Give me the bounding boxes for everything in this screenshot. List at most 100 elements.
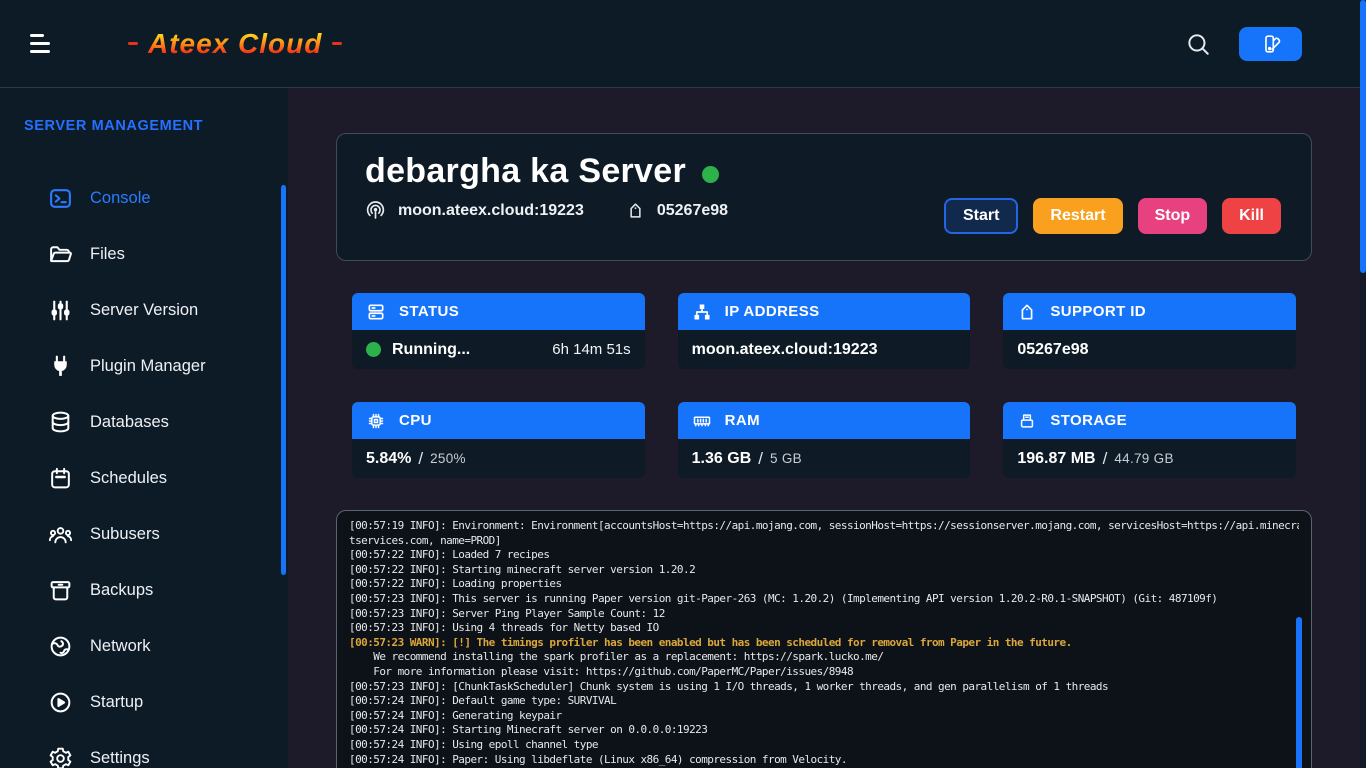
- storage-limit: 44.79 GB: [1114, 451, 1173, 466]
- brand-logo[interactable]: Ateex Cloud: [128, 28, 342, 60]
- stat-title: IP ADDRESS: [725, 303, 820, 320]
- ip-address-value: moon.ateex.cloud:19223: [692, 341, 878, 359]
- sidebar-item-label: Subusers: [90, 525, 160, 544]
- search-icon[interactable]: [1185, 31, 1211, 57]
- sidebar-item-label: Plugin Manager: [90, 357, 206, 376]
- cpu-card: CPU 5.84% / 250%: [352, 402, 645, 478]
- broadcast-icon: [365, 200, 386, 221]
- console-line: [00:57:23 WARN]: [!] The timings profile…: [349, 636, 1299, 651]
- storage-card: STORAGE 196.87 MB / 44.79 GB: [1003, 402, 1296, 478]
- sidebar-item-server-version[interactable]: Server Version: [0, 282, 288, 338]
- swatchbook-icon: [1260, 33, 1282, 55]
- console-line: [00:57:19 INFO]: Environment: Environmen…: [349, 519, 1299, 534]
- console-line: [00:57:22 INFO]: Loaded 7 recipes: [349, 548, 1299, 563]
- sliders-icon: [48, 298, 73, 323]
- server-address-text: moon.ateex.cloud:19223: [398, 202, 584, 220]
- console-line: tservices.com, name=PROD]: [349, 534, 1299, 549]
- server-support-id: 05267e98: [626, 201, 728, 220]
- stat-title: STORAGE: [1050, 412, 1127, 429]
- sidebar-item-label: Backups: [90, 581, 153, 600]
- console-line: [00:57:24 INFO]: Starting Minecraft serv…: [349, 723, 1299, 738]
- console-line: [00:57:24 INFO]: Using epoll channel typ…: [349, 738, 1299, 753]
- sidebar-item-network[interactable]: Network: [0, 618, 288, 674]
- sidebar-item-schedules[interactable]: Schedules: [0, 450, 288, 506]
- console-line: [00:57:24 INFO]: Generating keypair: [349, 709, 1299, 724]
- console-log[interactable]: [00:57:19 INFO]: Environment: Environmen…: [336, 510, 1312, 768]
- stat-title: RAM: [725, 412, 760, 429]
- server-address: moon.ateex.cloud:19223: [365, 200, 584, 221]
- sidebar-item-subusers[interactable]: Subusers: [0, 506, 288, 562]
- console-line: [00:57:23 INFO]: This server is running …: [349, 592, 1299, 607]
- console-line: [00:57:23 INFO]: Server Ping Player Samp…: [349, 607, 1299, 622]
- stop-button[interactable]: Stop: [1138, 198, 1208, 234]
- stat-title: SUPPORT ID: [1050, 303, 1146, 320]
- sidebar-item-plugin-manager[interactable]: Plugin Manager: [0, 338, 288, 394]
- terminal-icon: [48, 186, 73, 211]
- console-line: [00:57:23 INFO]: Using 4 threads for Net…: [349, 621, 1299, 636]
- server-header-card: debargha ka Server moon.ateex.cloud:1922…: [336, 133, 1312, 261]
- sidebar-scrollbar[interactable]: [281, 185, 286, 575]
- page-scrollbar-thumb[interactable]: [1360, 0, 1366, 273]
- console-line: For more information please visit: https…: [349, 665, 1299, 680]
- server-name: debargha ka Server: [365, 152, 686, 191]
- gear-icon: [48, 746, 73, 768]
- console-line: [00:57:22 INFO]: Loading properties: [349, 577, 1299, 592]
- page-scrollbar[interactable]: [1360, 0, 1366, 768]
- sidebar-item-label: Startup: [90, 693, 143, 712]
- database-icon: [48, 410, 73, 435]
- restart-button[interactable]: Restart: [1033, 198, 1122, 234]
- stats-grid: STATUS Running... 6h 14m 51s IP ADDR: [352, 293, 1296, 478]
- status-value: Running...: [392, 341, 470, 359]
- sidebar-item-console[interactable]: Console: [0, 170, 288, 226]
- folder-icon: [48, 242, 73, 267]
- storage-used: 196.87 MB: [1017, 450, 1095, 468]
- box-archive-icon: [48, 578, 73, 603]
- server-rack-icon: [366, 302, 386, 322]
- main-content: debargha ka Server moon.ateex.cloud:1922…: [288, 88, 1360, 768]
- sidebar-item-startup[interactable]: Startup: [0, 674, 288, 730]
- top-navbar: Ateex Cloud: [0, 0, 1366, 88]
- ram-limit: 5 GB: [770, 451, 802, 466]
- logo-spark-left: [128, 42, 138, 46]
- status-uptime: 6h 14m 51s: [552, 341, 630, 358]
- drive-icon: [1017, 411, 1037, 431]
- sidebar-section-title: SERVER MANAGEMENT: [24, 118, 288, 134]
- start-button[interactable]: Start: [944, 198, 1018, 234]
- globe-icon: [48, 634, 73, 659]
- support-id-card: SUPPORT ID 05267e98: [1003, 293, 1296, 369]
- storage-separator: /: [1103, 449, 1108, 469]
- ip-address-card: IP ADDRESS moon.ateex.cloud:19223: [678, 293, 971, 369]
- server-online-indicator: [702, 166, 719, 183]
- sidebar-item-settings[interactable]: Settings: [0, 730, 288, 768]
- console-scrollbar[interactable]: [1296, 617, 1302, 768]
- hub-icon: [692, 302, 712, 322]
- sidebar-item-label: Schedules: [90, 469, 167, 488]
- ram-used: 1.36 GB: [692, 450, 752, 468]
- hamburger-menu-icon[interactable]: [30, 34, 56, 53]
- kill-button[interactable]: Kill: [1222, 198, 1281, 234]
- theme-switcher-button[interactable]: [1239, 27, 1302, 61]
- sidebar-item-backups[interactable]: Backups: [0, 562, 288, 618]
- console-line: [00:57:23 INFO]: [ChunkTaskScheduler] Ch…: [349, 680, 1299, 695]
- cpu-limit: 250%: [430, 451, 466, 466]
- ram-card: RAM 1.36 GB / 5 GB: [678, 402, 971, 478]
- calendar-icon: [48, 466, 73, 491]
- memory-icon: [692, 411, 712, 431]
- sidebar-item-databases[interactable]: Databases: [0, 394, 288, 450]
- sidebar-item-label: Databases: [90, 413, 169, 432]
- console-line: [00:57:22 INFO]: Starting minecraft serv…: [349, 563, 1299, 578]
- console-lines: [00:57:19 INFO]: Environment: Environmen…: [349, 519, 1299, 768]
- cpu-chip-icon: [366, 411, 386, 431]
- console-line: [00:57:24 INFO]: Default game type: SURV…: [349, 694, 1299, 709]
- sidebar-item-label: Server Version: [90, 301, 198, 320]
- tag-icon: [626, 201, 645, 220]
- users-icon: [48, 522, 73, 547]
- console-line: [00:57:24 INFO]: Paper: Using libdeflate…: [349, 753, 1299, 768]
- sidebar-item-label: Settings: [90, 749, 150, 768]
- tag-icon: [1017, 302, 1037, 322]
- cpu-separator: /: [418, 449, 423, 469]
- support-id-value: 05267e98: [1017, 341, 1088, 359]
- status-card: STATUS Running... 6h 14m 51s: [352, 293, 645, 369]
- sidebar-item-files[interactable]: Files: [0, 226, 288, 282]
- sidebar-item-label: Network: [90, 637, 151, 656]
